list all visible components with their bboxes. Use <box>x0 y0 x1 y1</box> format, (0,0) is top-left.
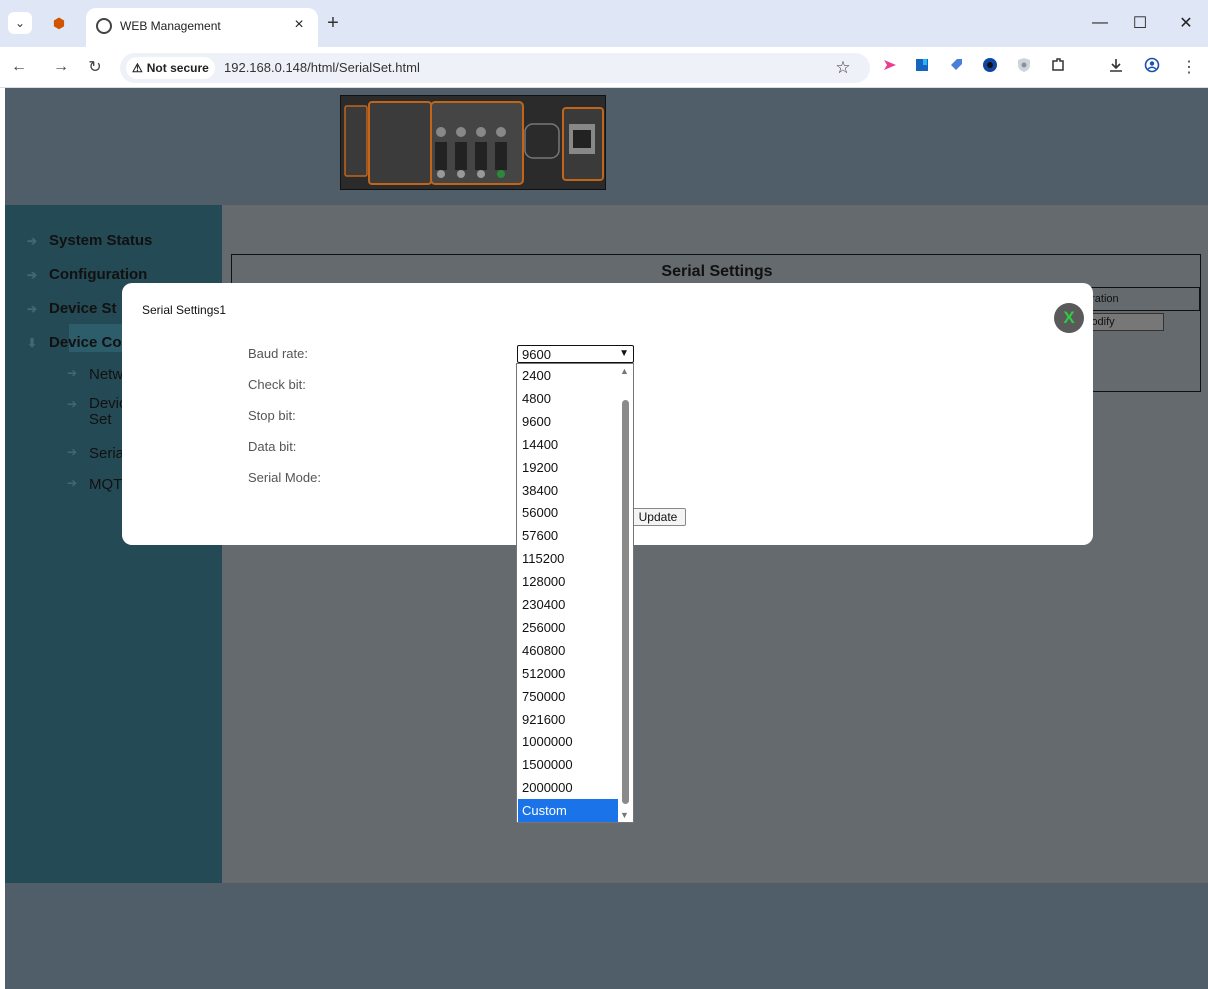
more-menu-icon[interactable]: ⋮ <box>1178 56 1200 78</box>
address-bar[interactable]: ⚠ Not secure 192.168.0.148/html/SerialSe… <box>120 53 870 83</box>
not-secure-label: Not secure <box>146 61 209 75</box>
scroll-up-arrow-icon[interactable]: ▲ <box>620 366 629 376</box>
url-text[interactable]: 192.168.0.148/html/SerialSet.html <box>224 60 420 75</box>
data-bit-label: Data bit: <box>248 439 297 454</box>
nav-sub-label: Devic Set <box>89 395 127 428</box>
baud-option[interactable]: 2400 <box>518 364 618 387</box>
baud-option[interactable]: 19200 <box>518 456 618 479</box>
nav-system-status[interactable]: ➔ System Status <box>27 232 152 249</box>
baud-option[interactable]: 230400 <box>518 593 618 616</box>
baud-option[interactable]: 4800 <box>518 387 618 410</box>
extension-circle-icon[interactable] <box>982 57 998 73</box>
profile-icon[interactable] <box>1144 57 1160 73</box>
scrollbar-thumb[interactable] <box>622 400 629 804</box>
browser-toolbar: ← → ↻ ⚠ Not secure 192.168.0.148/html/Se… <box>0 47 1208 88</box>
arrow-right-icon: ➔ <box>67 366 78 380</box>
nav-sub-device-set[interactable]: ➔ Devic Set <box>67 396 127 428</box>
serial-mode-label: Serial Mode: <box>248 470 321 485</box>
baud-option[interactable]: 14400 <box>518 433 618 456</box>
warning-icon: ⚠ <box>132 61 143 75</box>
baud-rate-value: 9600 <box>522 347 551 362</box>
reload-icon[interactable]: ↻ <box>84 56 106 78</box>
new-tab-button[interactable]: + <box>322 12 344 34</box>
extension-arrow-icon[interactable] <box>882 57 898 73</box>
nav-device-status[interactable]: ➔ Device St <box>27 300 117 317</box>
baud-rate-select[interactable]: 9600 ▼ <box>517 345 634 363</box>
back-arrow-icon[interactable]: ← <box>8 56 30 78</box>
baud-option[interactable]: 750000 <box>518 685 618 708</box>
baud-option[interactable]: 115200 <box>518 547 618 570</box>
forward-arrow-icon[interactable]: → <box>50 56 72 78</box>
tab-search-chevron-icon[interactable]: ⌄ <box>8 12 32 34</box>
check-bit-label: Check bit: <box>248 377 306 392</box>
browser-tab[interactable]: WEB Management × <box>86 8 318 47</box>
extensions-puzzle-icon[interactable] <box>1050 57 1066 73</box>
arrow-right-icon: ➔ <box>27 233 38 248</box>
arrow-right-icon: ➔ <box>67 476 78 490</box>
globe-icon <box>96 18 112 34</box>
nav-sub-label: Netw <box>89 366 124 383</box>
extension-badge-icon[interactable]: ⬢ <box>48 12 70 34</box>
baud-option[interactable]: 512000 <box>518 662 618 685</box>
nav-device-config[interactable]: ⬇ Device Co <box>27 334 122 351</box>
nav-label: Device Co <box>49 334 122 351</box>
baud-rate-dropdown-list: 2400 4800 9600 14400 19200 38400 56000 57600 115… <box>516 363 634 823</box>
arrow-right-icon: ➔ <box>67 397 78 411</box>
minimize-button[interactable]: — <box>1086 12 1114 34</box>
nav-label: System Status <box>49 232 153 249</box>
nav-configuration[interactable]: ➔ Configuration <box>27 266 147 283</box>
browser-tab-bar: ⌄ ⬢ WEB Management × + — ☐ ✕ <box>0 0 1208 47</box>
baud-option[interactable]: 38400 <box>518 479 618 502</box>
update-button[interactable]: Update <box>630 508 686 526</box>
baud-option[interactable]: 57600 <box>518 524 618 547</box>
arrow-right-icon: ➔ <box>67 445 78 459</box>
baud-option[interactable]: Custom <box>518 799 618 823</box>
nav-sub-label: MQT <box>89 476 123 493</box>
nav-label: Configuration <box>49 266 148 283</box>
baud-option[interactable]: 56000 <box>518 501 618 524</box>
baud-rate-label: Baud rate: <box>248 346 308 361</box>
nav-sub-serial[interactable]: ➔ Seria <box>67 445 124 462</box>
operation-header: eration <box>1080 287 1200 311</box>
baud-option[interactable]: 2000000 <box>518 776 618 799</box>
arrow-right-icon: ➔ <box>27 301 38 316</box>
tab-title: WEB Management <box>120 19 221 33</box>
tab-close-icon[interactable]: × <box>290 16 308 34</box>
bookmark-star-icon[interactable]: ☆ <box>832 57 854 79</box>
baud-option[interactable]: 128000 <box>518 570 618 593</box>
dropdown-scrollbar[interactable]: ▲ ▼ <box>618 364 632 822</box>
baud-option[interactable]: 9600 <box>518 410 618 433</box>
nav-sub-label: Seria <box>89 445 125 462</box>
stop-bit-label: Stop bit: <box>248 408 296 423</box>
extension-tag-icon[interactable] <box>948 57 964 73</box>
not-secure-chip[interactable]: ⚠ Not secure <box>126 57 215 79</box>
baud-option[interactable]: 1500000 <box>518 753 618 776</box>
modal-title: Serial Settings1 <box>142 303 227 317</box>
arrow-down-icon: ⬇ <box>27 335 38 350</box>
maximize-button[interactable]: ☐ <box>1126 12 1154 34</box>
modify-button[interactable]: lodify <box>1084 313 1164 331</box>
nav-sub-network[interactable]: ➔ Netw <box>67 366 123 383</box>
panel-title: Serial Settings <box>661 263 773 280</box>
chevron-down-icon: ▼ <box>619 348 629 359</box>
download-icon[interactable] <box>1108 57 1124 73</box>
baud-option[interactable]: 256000 <box>518 616 618 639</box>
arrow-right-icon: ➔ <box>27 267 38 282</box>
scroll-down-arrow-icon[interactable]: ▼ <box>620 810 629 820</box>
extension-shield-icon[interactable] <box>1016 57 1032 73</box>
baud-option[interactable]: 1000000 <box>518 730 618 753</box>
device-banner-image <box>340 95 606 190</box>
extension-bookmark-icon[interactable] <box>914 57 930 73</box>
nav-sub-mqtt[interactable]: ➔ MQT <box>67 476 122 493</box>
baud-option[interactable]: 460800 <box>518 639 618 662</box>
baud-option[interactable]: 921600 <box>518 708 618 731</box>
close-window-button[interactable]: ✕ <box>1172 12 1200 34</box>
nav-label: Device St <box>49 300 117 317</box>
modal-close-button[interactable]: X <box>1054 303 1084 333</box>
